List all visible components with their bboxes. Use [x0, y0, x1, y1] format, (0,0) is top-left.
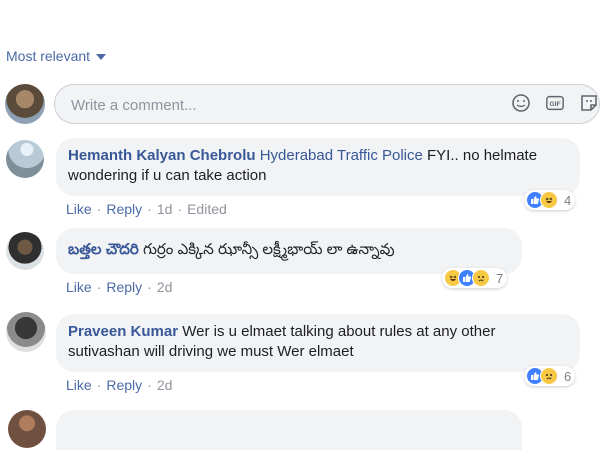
reaction-summary[interactable]: 4 — [524, 190, 576, 210]
sad-reaction-icon — [472, 269, 490, 287]
svg-text:GIF: GIF — [549, 101, 560, 108]
comment-actions: Like · Reply · 2d — [66, 377, 172, 393]
reaction-count: 7 — [496, 270, 504, 286]
sad-reaction-icon — [540, 367, 558, 385]
haha-reaction-icon — [540, 191, 558, 209]
sort-dropdown[interactable]: Most relevant — [6, 48, 107, 64]
gif-icon[interactable]: GIF — [545, 93, 565, 113]
comment-timestamp[interactable]: 2d — [157, 377, 173, 393]
separator: · — [147, 377, 152, 393]
comment-avatar[interactable] — [6, 140, 44, 178]
reply-button[interactable]: Reply — [106, 377, 142, 393]
comment-bubble — [56, 410, 522, 450]
comment-mention[interactable]: Hyderabad Traffic Police — [260, 147, 423, 164]
comment-author[interactable]: Praveen Kumar — [68, 323, 178, 340]
comment-avatar[interactable] — [6, 232, 44, 270]
separator: · — [177, 201, 183, 217]
like-button[interactable]: Like — [66, 377, 92, 393]
current-user-avatar[interactable] — [5, 84, 45, 124]
separator: · — [96, 279, 102, 295]
emoji-icon[interactable] — [511, 93, 531, 113]
comment-author[interactable]: Hemanth Kalyan Chebrolu — [68, 147, 256, 164]
like-button[interactable]: Like — [66, 201, 92, 217]
separator: · — [147, 201, 152, 217]
comment-composer[interactable]: GIF — [54, 84, 600, 124]
comment-timestamp[interactable]: 2d — [157, 279, 173, 295]
reply-button[interactable]: Reply — [106, 279, 142, 295]
comment-actions: Like · Reply · 2d — [66, 279, 172, 295]
edited-label[interactable]: Edited — [187, 201, 227, 217]
reply-button[interactable]: Reply — [106, 201, 142, 217]
comment-bubble: Praveen Kumar Wer is u elmaet talking ab… — [56, 314, 580, 372]
separator: · — [96, 201, 102, 217]
comment-avatar[interactable] — [6, 312, 46, 352]
like-button[interactable]: Like — [66, 279, 92, 295]
separator: · — [96, 377, 102, 393]
comment-timestamp[interactable]: 1d — [157, 201, 173, 217]
reaction-summary[interactable]: 6 — [524, 366, 576, 386]
separator: · — [147, 279, 152, 295]
comment-actions: Like · Reply · 1d · Edited — [66, 201, 227, 217]
comment-text: గుర్రం ఎక్కిన ఝాన్సీ లక్ష్మీభాయ్ లా ఉన్న… — [142, 241, 395, 258]
reaction-count: 6 — [564, 368, 572, 384]
comment-avatar[interactable] — [8, 410, 46, 448]
reaction-count: 4 — [564, 192, 572, 208]
sticker-icon[interactable] — [579, 93, 599, 113]
caret-down-icon — [96, 54, 107, 60]
comment-bubble: Hemanth Kalyan Chebrolu Hyderabad Traffi… — [56, 138, 580, 196]
comment-input[interactable] — [69, 94, 493, 116]
reaction-summary[interactable]: 7 — [442, 268, 508, 288]
comment-author[interactable]: బత్తల చౌదరి — [68, 241, 139, 258]
sort-label: Most relevant — [6, 48, 91, 64]
